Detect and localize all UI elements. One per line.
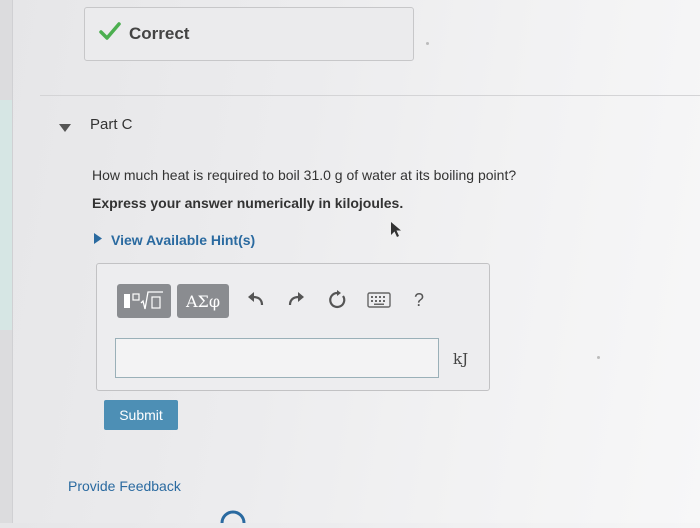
math-templates-icon [124, 291, 163, 310]
correct-status-box: Correct [84, 7, 414, 61]
hint-label: View Available Hint(s) [111, 232, 256, 248]
mouse-cursor-icon [390, 221, 406, 244]
provide-feedback-link[interactable]: Provide Feedback [68, 478, 181, 494]
question-text: How much heat is required to boil 31.0 g… [92, 167, 517, 183]
triangle-right-icon [94, 231, 102, 249]
correct-label: Correct [129, 24, 190, 43]
templates-button[interactable] [117, 284, 171, 318]
answer-instruction: Express your answer numerically in kiloj… [92, 195, 404, 211]
section-divider [40, 95, 700, 96]
reset-icon[interactable] [327, 290, 347, 315]
undo-icon[interactable] [247, 290, 265, 315]
help-button[interactable]: ? [414, 290, 424, 311]
symbols-button[interactable]: ΑΣφ [177, 284, 229, 318]
keyboard-icon[interactable] [367, 292, 391, 313]
answer-box: ΑΣφ ? kJ [96, 263, 490, 391]
speck [426, 42, 429, 45]
checkmark-icon [99, 21, 121, 46]
collapse-caret-icon[interactable] [59, 120, 71, 138]
view-hints-link[interactable]: View Available Hint(s) [94, 231, 255, 249]
part-title[interactable]: Part C [90, 116, 133, 133]
submit-button[interactable]: Submit [104, 400, 178, 430]
redo-icon[interactable] [287, 290, 305, 315]
speck [597, 356, 600, 359]
unit-label: kJ [453, 350, 469, 368]
partial-logo-icon [218, 508, 248, 528]
left-accent-band [0, 100, 12, 330]
answer-input[interactable] [115, 338, 439, 378]
